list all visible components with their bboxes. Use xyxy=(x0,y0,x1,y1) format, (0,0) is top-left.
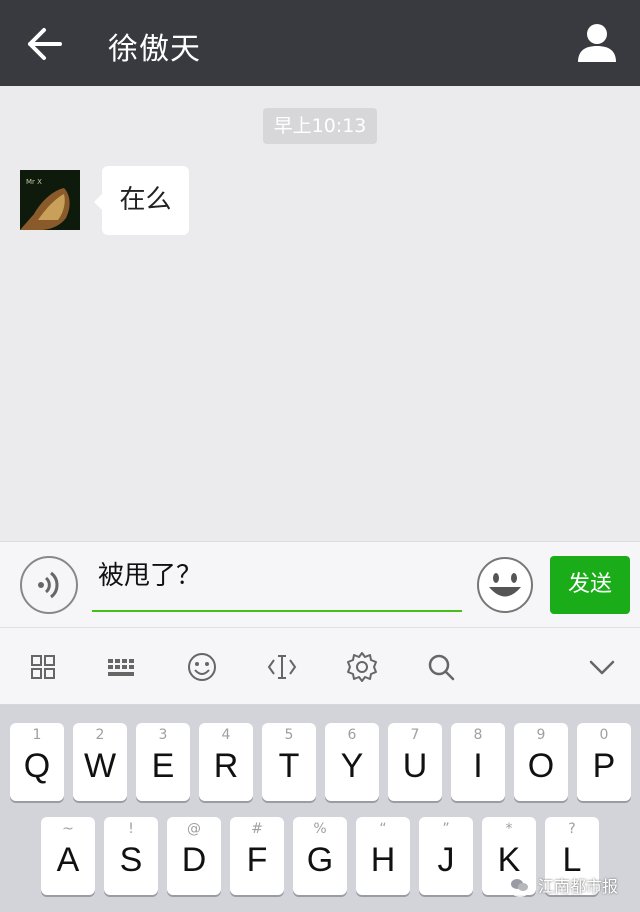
watermark-text: 江南都市报 xyxy=(538,877,619,896)
key-hint: “ xyxy=(379,821,387,837)
key-label: A xyxy=(56,841,80,879)
search-icon xyxy=(428,654,455,681)
key-hint: 6 xyxy=(347,727,357,743)
chevron-down-icon xyxy=(589,660,615,675)
key-y[interactable]: 6Y xyxy=(325,723,379,801)
key-j[interactable]: ” J xyxy=(419,817,473,895)
key-label: I xyxy=(473,747,483,785)
key-h[interactable]: “H xyxy=(356,817,410,895)
key-label: Y xyxy=(340,747,364,785)
timestamp-badge: 早上10:13 xyxy=(263,108,377,144)
key-label: T xyxy=(278,747,300,785)
emoji-button[interactable] xyxy=(476,556,534,614)
avatar-text: Mr X xyxy=(26,178,42,186)
key-hint: 7 xyxy=(410,727,420,743)
page-title: 徐傲天 xyxy=(108,32,201,67)
key-label: D xyxy=(181,841,207,879)
key-o[interactable]: 9O xyxy=(514,723,568,801)
key-label: J xyxy=(437,841,455,879)
collapse-keyboard-button[interactable] xyxy=(585,650,619,684)
voice-icon xyxy=(38,571,59,599)
key-u[interactable]: 7U xyxy=(388,723,442,801)
key-hint: ~ xyxy=(62,821,74,837)
key-p[interactable]: 0P xyxy=(577,723,631,801)
key-f[interactable]: # F xyxy=(230,817,284,895)
key-label: H xyxy=(370,841,396,879)
grid-button[interactable] xyxy=(26,650,60,684)
key-a[interactable]: ~ A xyxy=(41,817,95,895)
key-d[interactable]: @ D xyxy=(167,817,221,895)
profile-button[interactable] xyxy=(574,20,620,66)
key-hint: 9 xyxy=(536,727,546,743)
key-hint: 2 xyxy=(95,727,105,743)
contact-avatar[interactable]: Mr X xyxy=(20,170,80,230)
key-hint: 3 xyxy=(158,727,168,743)
key-hint: @ xyxy=(187,821,201,837)
smiley-button[interactable] xyxy=(185,650,219,684)
search-button[interactable] xyxy=(424,650,458,684)
send-button[interactable]: 发送 xyxy=(550,556,630,614)
grid-icon xyxy=(31,655,55,679)
key-hint: 4 xyxy=(221,727,231,743)
arrow-left-icon xyxy=(28,28,62,60)
emoji-icon xyxy=(477,557,533,613)
settings-icon xyxy=(347,652,377,682)
key-i[interactable]: 8I xyxy=(451,723,505,801)
key-label: P xyxy=(592,747,616,785)
key-hint: ? xyxy=(568,821,576,837)
back-button[interactable] xyxy=(22,22,66,66)
keyboard-button[interactable] xyxy=(105,650,139,684)
user-icon xyxy=(578,24,616,62)
key-hint: ! xyxy=(128,821,134,837)
input-bar: 被甩了？ 发送 xyxy=(0,541,640,627)
message-input[interactable]: 被甩了？ xyxy=(92,554,462,612)
watermark: 江南都市报 xyxy=(506,870,618,900)
key-label: U xyxy=(402,747,428,785)
key-hint: * xyxy=(505,821,513,837)
key-hint: % xyxy=(313,821,327,837)
key-hint: ” xyxy=(442,821,450,837)
keyboard-icon xyxy=(108,659,134,676)
wechat-logo-icon xyxy=(508,873,532,897)
key-g[interactable]: % G xyxy=(293,817,347,895)
key-label: R xyxy=(213,747,239,785)
key-t[interactable]: 5T xyxy=(262,723,316,801)
smiley-icon xyxy=(188,653,216,681)
key-label: E xyxy=(151,747,175,785)
key-label: O xyxy=(527,747,555,785)
settings-button[interactable] xyxy=(345,650,379,684)
key-e[interactable]: 3E xyxy=(136,723,190,801)
key-hint: 1 xyxy=(32,727,42,743)
key-hint: 0 xyxy=(599,727,609,743)
voice-button[interactable] xyxy=(20,556,78,614)
chat-header: 徐傲天 xyxy=(0,0,640,86)
message-bubble[interactable]: 在么 xyxy=(102,166,189,235)
cursor-button[interactable] xyxy=(265,650,299,684)
cursor-icon xyxy=(267,655,297,679)
key-label: F xyxy=(246,841,268,879)
key-label: S xyxy=(119,841,143,879)
key-hint: # xyxy=(251,821,263,837)
key-r[interactable]: 4R xyxy=(199,723,253,801)
key-w[interactable]: 2W xyxy=(73,723,127,801)
chat-area[interactable]: 早上10:13 Mr X 在么 xyxy=(0,86,640,541)
key-label: Q xyxy=(23,747,51,785)
key-hint: 8 xyxy=(473,727,483,743)
key-s[interactable]: ! S xyxy=(104,817,158,895)
key-label: G xyxy=(306,841,334,879)
key-q[interactable]: 1Q xyxy=(10,723,64,801)
keyboard-toolbar xyxy=(0,627,640,705)
key-label: W xyxy=(83,747,117,785)
key-hint: 5 xyxy=(284,727,294,743)
